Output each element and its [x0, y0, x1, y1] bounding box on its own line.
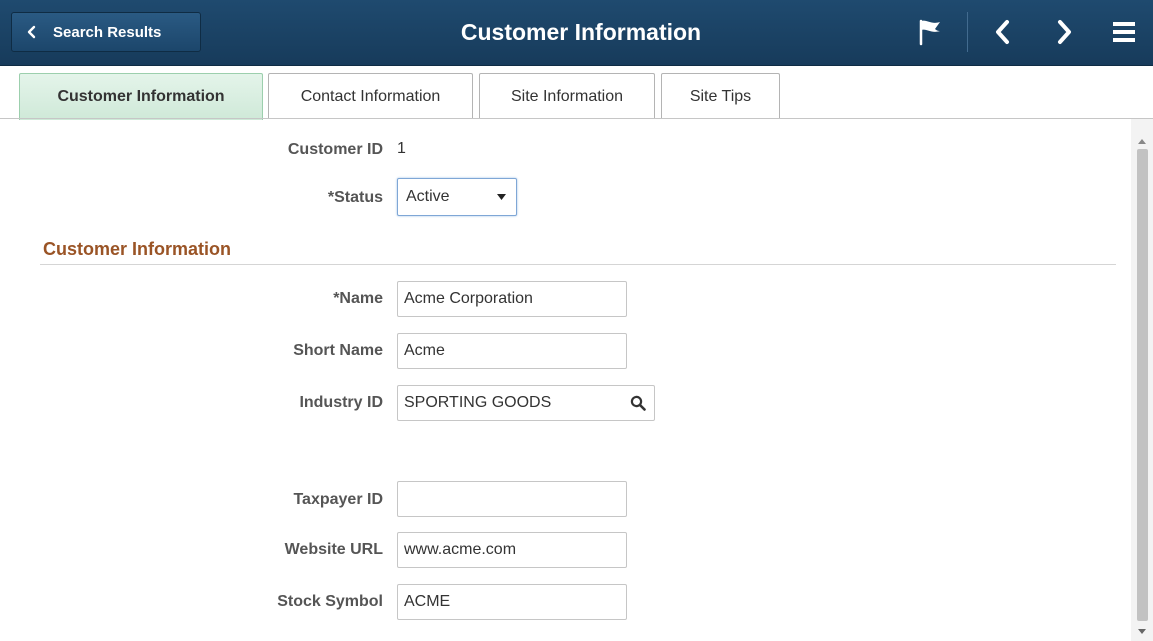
dropdown-arrow-icon [497, 188, 506, 206]
status-select[interactable]: Active [397, 178, 517, 216]
stock-symbol-input[interactable]: ACME [397, 584, 627, 620]
stock-symbol-label: Stock Symbol [277, 593, 383, 610]
tab-site-tips[interactable]: Site Tips [661, 73, 780, 119]
website-url-input[interactable]: www.acme.com [397, 532, 627, 568]
scroll-down-icon[interactable] [1136, 626, 1148, 636]
scrollbar-thumb[interactable] [1137, 149, 1148, 621]
industry-id-label: Industry ID [299, 394, 383, 411]
main-content: Customer ID 1 *Status Active Customer In… [0, 119, 1130, 641]
search-icon[interactable] [630, 395, 646, 411]
header-separator [967, 12, 968, 52]
tab-contact-information[interactable]: Contact Information [268, 73, 473, 119]
name-input[interactable]: Acme Corporation [397, 281, 627, 317]
taxpayer-id-input[interactable] [397, 481, 627, 517]
name-label: *Name [333, 290, 383, 307]
back-button-label: Search Results [53, 23, 162, 41]
industry-id-value: SPORTING GOODS [404, 394, 552, 411]
scroll-up-icon[interactable] [1136, 136, 1148, 146]
tab-bar: Customer Information Contact Information… [0, 66, 1153, 120]
page-header: Search Results Customer Information [0, 0, 1153, 66]
customer-id-label: Customer ID [287, 141, 383, 158]
industry-id-input[interactable]: SPORTING GOODS [397, 385, 655, 421]
section-divider [40, 264, 1116, 265]
short-name-label: Short Name [293, 342, 383, 359]
customer-id-value: 1 [397, 140, 406, 157]
tab-customer-information[interactable]: Customer Information [19, 73, 263, 120]
status-label: *Status [327, 189, 383, 206]
previous-icon[interactable] [986, 15, 1020, 49]
website-url-label: Website URL [284, 541, 383, 558]
search-results-back-button[interactable]: Search Results [11, 12, 201, 52]
section-title-customer-information: Customer Information [43, 239, 232, 259]
page-title: Customer Information [460, 19, 702, 45]
next-icon[interactable] [1047, 15, 1081, 49]
taxpayer-id-label: Taxpayer ID [293, 491, 383, 508]
status-selected-value: Active [406, 188, 450, 205]
flag-icon[interactable] [913, 15, 947, 49]
short-name-input[interactable]: Acme [397, 333, 627, 369]
tab-site-information[interactable]: Site Information [479, 73, 655, 119]
menu-icon[interactable] [1107, 15, 1141, 49]
chevron-left-icon [26, 24, 42, 40]
